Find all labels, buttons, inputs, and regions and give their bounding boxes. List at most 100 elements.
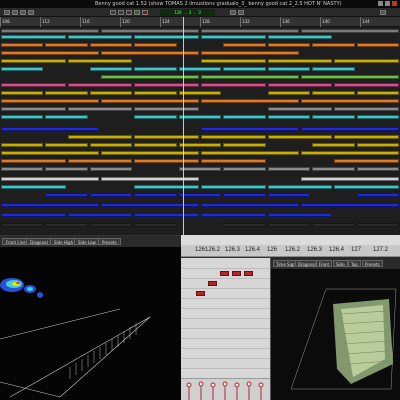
region-clip[interactable] — [301, 29, 399, 33]
region-clip[interactable] — [45, 43, 88, 47]
stop-button[interactable] — [126, 10, 132, 15]
region-clip[interactable] — [1, 67, 44, 71]
side-button[interactable]: Side — [333, 260, 348, 267]
timeline-ruler[interactable]: 108 112 116 120 124 128 132 136 140 144 — [0, 17, 400, 27]
playhead-line[interactable] — [183, 17, 184, 235]
region-clip[interactable] — [223, 223, 266, 227]
region-clip[interactable] — [134, 213, 199, 217]
region-clip[interactable] — [1, 143, 44, 147]
region-clip[interactable] — [1, 203, 99, 207]
top-button[interactable]: Top — [348, 260, 361, 267]
region-clip[interactable] — [1, 223, 44, 227]
region-clip[interactable] — [267, 167, 311, 171]
region-clip[interactable] — [1, 151, 99, 155]
region-clip[interactable] — [201, 127, 299, 131]
region-clip[interactable] — [267, 115, 311, 119]
region-clip[interactable] — [356, 91, 399, 95]
presets-button[interactable]: Presets — [98, 238, 121, 245]
region-clip[interactable] — [67, 107, 133, 111]
midi-note[interactable] — [220, 271, 229, 276]
diagonal-button[interactable]: Diagonal — [26, 238, 52, 245]
tool-pointer-icon[interactable] — [4, 10, 10, 15]
region-clip[interactable] — [201, 213, 266, 217]
region-clip[interactable] — [356, 143, 399, 147]
region-clip[interactable] — [301, 203, 399, 207]
region-clip[interactable] — [67, 83, 133, 87]
track-lane[interactable] — [0, 213, 400, 218]
region-clip[interactable] — [134, 135, 199, 139]
region-clip[interactable] — [201, 51, 299, 55]
track-lane[interactable] — [0, 29, 400, 34]
region-clip[interactable] — [312, 167, 355, 171]
region-clip[interactable] — [223, 43, 266, 47]
track-lane[interactable] — [0, 91, 400, 96]
region-clip[interactable] — [356, 43, 399, 47]
region-clip[interactable] — [267, 135, 333, 139]
region-clip[interactable] — [134, 185, 199, 189]
region-clip[interactable] — [134, 159, 199, 163]
piano-roll[interactable] — [181, 257, 270, 378]
region-clip[interactable] — [134, 107, 199, 111]
midi-note[interactable] — [196, 291, 205, 296]
play-button[interactable] — [134, 10, 140, 15]
track-lane[interactable] — [0, 35, 400, 40]
region-clip[interactable] — [1, 159, 66, 163]
tool-scissors-icon[interactable] — [28, 10, 34, 15]
region-clip[interactable] — [1, 115, 44, 119]
region-clip[interactable] — [134, 115, 177, 119]
region-clip[interactable] — [223, 193, 266, 197]
window-controls[interactable] — [378, 1, 398, 7]
track-lane[interactable] — [0, 51, 400, 56]
track-lane[interactable] — [0, 59, 400, 64]
region-clip[interactable] — [1, 51, 99, 55]
arrange-area[interactable] — [0, 27, 400, 235]
region-clip[interactable] — [1, 83, 66, 87]
region-clip[interactable] — [312, 67, 355, 71]
region-clip[interactable] — [134, 91, 177, 95]
region-clip[interactable] — [45, 223, 88, 227]
track-lane[interactable] — [0, 223, 400, 228]
region-clip[interactable] — [134, 143, 177, 147]
track-lane[interactable] — [0, 159, 400, 164]
presets-button[interactable]: Presets — [362, 260, 383, 267]
region-clip[interactable] — [267, 83, 333, 87]
region-clip[interactable] — [1, 127, 99, 131]
region-clip[interactable] — [312, 43, 355, 47]
region-clip[interactable] — [45, 167, 88, 171]
close-icon[interactable] — [392, 1, 397, 6]
track-lane[interactable] — [0, 83, 400, 88]
region-clip[interactable] — [301, 177, 399, 181]
record-button[interactable] — [142, 10, 148, 15]
region-clip[interactable] — [201, 99, 299, 103]
region-clip[interactable] — [1, 107, 66, 111]
region-clip[interactable] — [1, 213, 66, 217]
tool-pencil-icon[interactable] — [12, 10, 18, 15]
maximize-icon[interactable] — [385, 1, 390, 6]
region-clip[interactable] — [67, 213, 133, 217]
region-clip[interactable] — [267, 59, 333, 63]
region-clip[interactable] — [267, 43, 311, 47]
region-clip[interactable] — [267, 213, 333, 217]
region-clip[interactable] — [101, 29, 199, 33]
region-clip[interactable] — [134, 67, 177, 71]
region-clip[interactable] — [89, 67, 133, 71]
track-lane[interactable] — [0, 75, 400, 80]
region-clip[interactable] — [101, 177, 199, 181]
region-clip[interactable] — [334, 135, 399, 139]
region-clip[interactable] — [101, 99, 199, 103]
region-clip[interactable] — [89, 193, 133, 197]
region-clip[interactable] — [1, 29, 99, 33]
region-clip[interactable] — [201, 35, 266, 39]
region-clip[interactable] — [201, 59, 266, 63]
region-clip[interactable] — [67, 135, 133, 139]
region-clip[interactable] — [101, 151, 199, 155]
region-clip[interactable] — [178, 115, 222, 119]
region-clip[interactable] — [267, 185, 333, 189]
region-clip[interactable] — [201, 29, 299, 33]
region-clip[interactable] — [67, 35, 133, 39]
forward-button[interactable] — [118, 10, 124, 15]
region-clip[interactable] — [356, 115, 399, 119]
region-clip[interactable] — [201, 75, 299, 79]
region-clip[interactable] — [201, 159, 266, 163]
region-clip[interactable] — [312, 143, 355, 147]
